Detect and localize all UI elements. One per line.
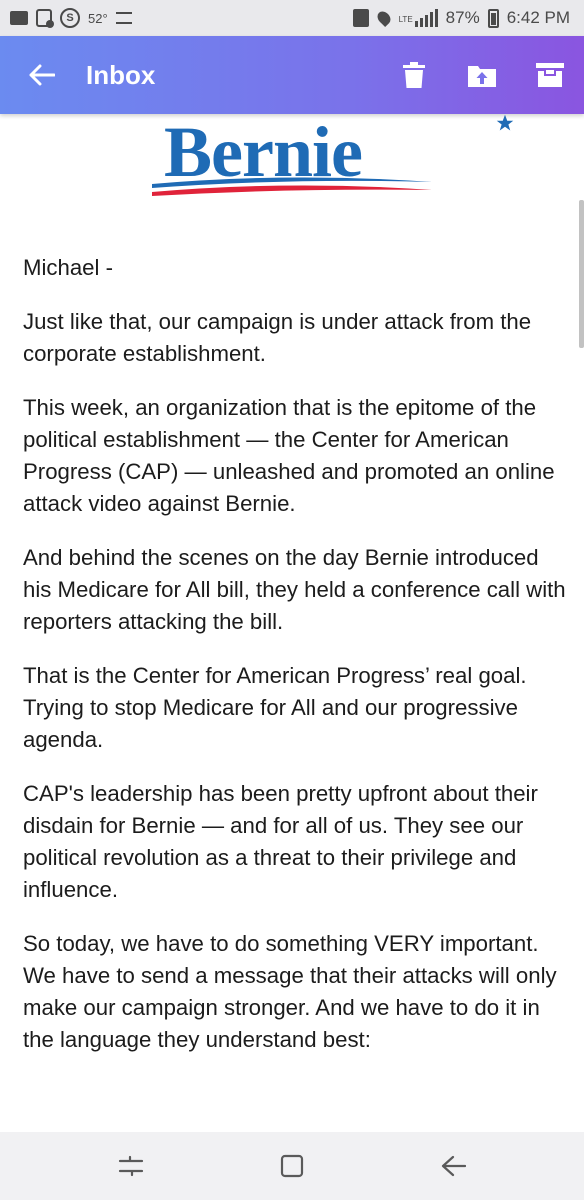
email-paragraph: CAP's leadership has been pretty upfront… — [23, 781, 538, 902]
flag-icon — [115, 12, 132, 24]
status-left-group: S 52° — [10, 8, 132, 28]
recent-apps-icon — [118, 1155, 143, 1177]
email-body: Michael - Just like that, our campaign i… — [23, 252, 568, 1078]
logo-swoosh — [152, 177, 432, 196]
page-title: Inbox — [86, 59, 156, 90]
email-paragraph: This week, an organization that is the e… — [23, 395, 555, 516]
signal-icon — [414, 9, 438, 27]
move-to-icon — [468, 66, 496, 87]
system-back-button[interactable] — [423, 1136, 483, 1196]
move-button[interactable] — [448, 36, 516, 114]
star-icon — [496, 114, 514, 131]
email-paragraph: Just like that, our campaign is under at… — [23, 309, 532, 366]
back-icon — [442, 1155, 467, 1177]
back-arrow-icon — [29, 64, 55, 86]
recycle-icon — [352, 9, 369, 27]
delete-icon — [403, 62, 425, 88]
bernie-logo: Bernie — [150, 112, 514, 202]
email-paragraph: So today, we have to do something VERY i… — [23, 931, 557, 1052]
app-bar: Inbox — [0, 36, 584, 114]
email-paragraph: And behind the scenes on the day Bernie … — [23, 545, 566, 634]
back-button[interactable] — [22, 55, 62, 95]
system-nav-bar — [0, 1132, 584, 1200]
s-app-icon: S — [60, 8, 80, 28]
battery-percent: 87% — [445, 8, 480, 27]
email-greeting: Michael - — [23, 255, 114, 280]
email-paragraph: That is the Center for American Progress… — [23, 663, 527, 752]
status-right-group: LTE 87% 6:42 PM — [352, 8, 570, 28]
delete-button[interactable] — [380, 36, 448, 114]
recent-apps-button[interactable] — [101, 1136, 161, 1196]
archive-button[interactable] — [516, 36, 584, 114]
location-icon — [374, 8, 393, 28]
home-button[interactable] — [262, 1136, 322, 1196]
folder-icon — [10, 11, 28, 25]
scrollbar[interactable] — [579, 200, 584, 348]
archive-icon — [536, 63, 564, 87]
battery-icon — [487, 8, 499, 28]
clock: 6:42 PM — [506, 8, 570, 27]
status-bar: S 52° LTE 87% 6:42 PM — [0, 0, 584, 36]
gallery-icon — [36, 9, 54, 28]
home-icon — [280, 1154, 304, 1178]
network-type: LTE — [398, 15, 413, 24]
temperature: 52° — [88, 10, 108, 26]
